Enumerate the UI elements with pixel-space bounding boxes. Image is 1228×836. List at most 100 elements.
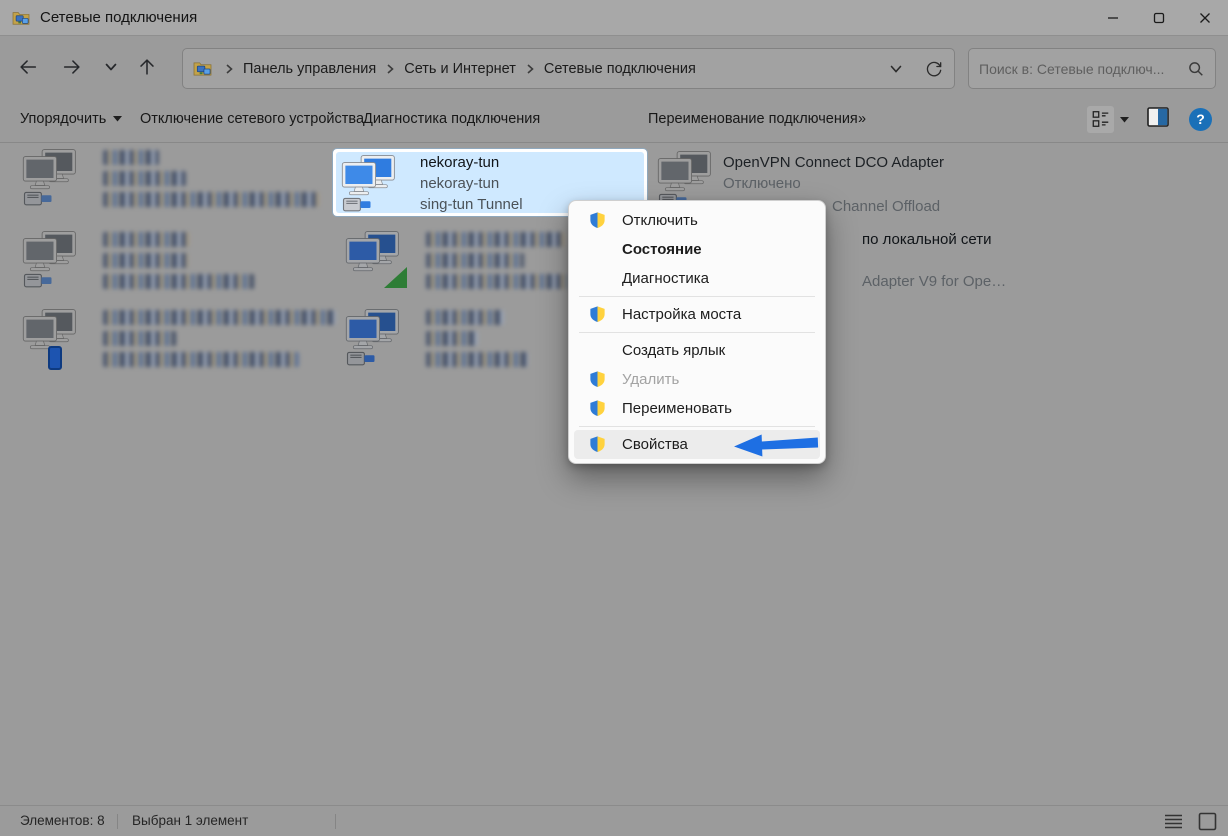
ethernet-plug-icon <box>23 189 53 207</box>
menu-label: Состояние <box>622 241 702 258</box>
connection-name: nekoray-tun <box>420 152 523 173</box>
large-icons-view-toggle-icon[interactable] <box>1197 811 1218 832</box>
adapter-icon-disabled <box>22 230 80 288</box>
hidden-item-name-fragment: по локальной сети <box>862 229 991 250</box>
overflow-chevrons-label: » <box>858 111 866 127</box>
status-separator <box>117 814 118 829</box>
openvpn-device-fragment: Channel Offload <box>832 196 940 217</box>
caret-down-icon <box>113 116 122 122</box>
menu-item-disconnect[interactable]: Отключить <box>574 206 820 235</box>
breadcrumb-chevron-icon <box>384 62 396 76</box>
ethernet-plug-icon <box>346 349 376 367</box>
close-icon <box>1199 12 1211 24</box>
selection-count-label: Выбран 1 элемент <box>132 813 248 828</box>
maximize-button[interactable] <box>1136 0 1182 36</box>
view-mode-icon <box>1091 109 1111 129</box>
menu-label: Диагностика <box>622 270 709 287</box>
menu-separator <box>579 332 815 333</box>
rename-connection-button[interactable]: Переименование подключения <box>648 96 858 142</box>
connection-status: nekoray-tun <box>420 173 523 194</box>
redacted-text-lines <box>103 148 319 213</box>
command-toolbar: Упорядочить Отключение сетевого устройст… <box>0 96 1228 143</box>
menu-item-rename[interactable]: Переименовать <box>574 394 820 423</box>
redacted-text-lines <box>426 308 528 373</box>
annotation-arrow-icon <box>732 429 821 460</box>
minimize-icon <box>1107 12 1119 24</box>
connection-device: sing-tun Tunnel <box>420 194 523 215</box>
uac-shield-icon <box>588 370 607 389</box>
rename-connection-label: Переименование подключения <box>648 111 858 127</box>
view-mode-button[interactable] <box>1087 106 1114 133</box>
window-controls <box>1090 0 1228 36</box>
help-button[interactable]: ? <box>1189 108 1212 131</box>
toolbar-overflow-button[interactable]: » <box>858 96 866 142</box>
connection-item-redacted-1[interactable] <box>22 148 322 213</box>
breadcrumb-chevron-icon <box>223 62 235 76</box>
window-title: Сетевые подключения <box>40 9 197 26</box>
breadcrumb-control-panel[interactable]: Панель управления <box>239 61 380 77</box>
ethernet-plug-icon <box>23 271 53 289</box>
search-input[interactable] <box>979 61 1187 77</box>
network-connections-window: Сетевые подключения <box>0 0 1228 836</box>
diagnose-connection-label: Диагностика подключения <box>363 111 540 127</box>
maximize-icon <box>1153 12 1165 24</box>
up-button[interactable] <box>130 52 164 82</box>
refresh-icon[interactable] <box>924 59 944 79</box>
adapter-icon-active <box>345 308 403 366</box>
menu-item-status[interactable]: Состояние <box>574 235 820 264</box>
menu-item-bridge-connections[interactable]: Настройка моста <box>574 300 820 329</box>
breadcrumb-network-connections[interactable]: Сетевые подключения <box>540 61 700 77</box>
organize-button[interactable]: Упорядочить <box>20 96 122 142</box>
preview-pane-button[interactable] <box>1147 107 1169 132</box>
details-view-toggle-icon[interactable] <box>1163 811 1184 832</box>
network-connections-icon <box>12 10 30 26</box>
connection-item-redacted-3[interactable] <box>22 308 322 373</box>
minimize-button[interactable] <box>1090 0 1136 36</box>
organize-label: Упорядочить <box>20 111 106 127</box>
diagnose-connection-button[interactable]: Диагностика подключения <box>363 96 540 142</box>
signal-strength-icon <box>384 267 407 288</box>
address-folder-icon <box>193 60 212 77</box>
status-bar: Элементов: 8 Выбран 1 элемент <box>0 805 1228 836</box>
status-separator <box>335 814 336 829</box>
redacted-text-lines <box>103 308 336 373</box>
navigation-bar: Панель управления Сеть и Интернет Сетевы… <box>0 37 1228 96</box>
connection-item-redacted-2[interactable] <box>22 230 322 295</box>
chevron-down-icon <box>103 59 119 75</box>
disable-device-button[interactable]: Отключение сетевого устройства <box>140 96 364 142</box>
view-mode-caret-icon[interactable] <box>1120 110 1129 128</box>
menu-label: Отключить <box>622 212 698 229</box>
search-icon <box>1187 60 1205 78</box>
menu-label: Создать ярлык <box>622 342 725 359</box>
connection-name: OpenVPN Connect DCO Adapter <box>723 152 944 173</box>
menu-item-diagnose[interactable]: Диагностика <box>574 264 820 293</box>
menu-separator <box>579 426 815 427</box>
close-button[interactable] <box>1182 0 1228 36</box>
recent-locations-button[interactable] <box>94 52 128 82</box>
breadcrumb-network-internet[interactable]: Сеть и Интернет <box>400 61 520 77</box>
up-icon <box>136 56 158 78</box>
uac-shield-icon <box>588 305 607 324</box>
adapter-icon-disabled <box>22 148 80 206</box>
menu-label: Удалить <box>622 371 679 388</box>
breadcrumb-chevron-icon <box>524 62 536 76</box>
context-menu: Отключить Состояние Диагностика Настройк… <box>568 200 826 464</box>
forward-button[interactable] <box>55 52 89 82</box>
redacted-text-lines <box>426 230 567 295</box>
uac-shield-icon <box>588 435 607 454</box>
menu-item-create-shortcut[interactable]: Создать ярлык <box>574 336 820 365</box>
uac-shield-icon <box>588 211 607 230</box>
search-box <box>968 48 1216 89</box>
back-button[interactable] <box>11 52 45 82</box>
disable-device-label: Отключение сетевого устройства <box>140 111 364 127</box>
menu-separator <box>579 296 815 297</box>
ethernet-plug-icon <box>342 195 372 213</box>
connection-status: Отключено <box>723 173 944 194</box>
address-dropdown-icon[interactable] <box>888 61 904 77</box>
menu-label: Настройка моста <box>622 306 741 323</box>
menu-item-delete: Удалить <box>574 365 820 394</box>
hidden-item-device-fragment: Adapter V9 for Ope… <box>862 271 1006 292</box>
address-bar[interactable]: Панель управления Сеть и Интернет Сетевы… <box>182 48 955 89</box>
uac-shield-icon <box>588 399 607 418</box>
phone-device-icon <box>48 346 62 370</box>
